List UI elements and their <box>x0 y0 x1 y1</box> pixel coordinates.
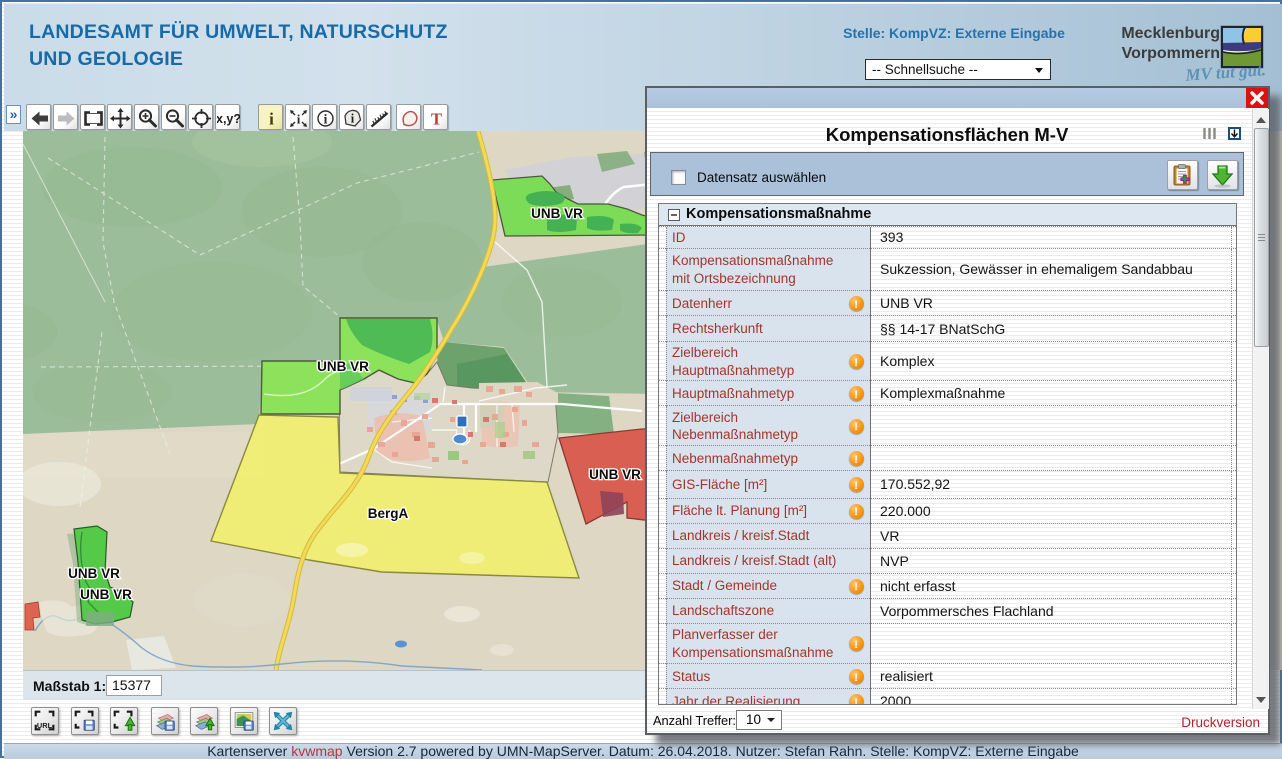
svg-text:UNB VR: UNB VR <box>589 467 641 482</box>
svg-text:URL: URL <box>37 721 53 730</box>
svg-text:i: i <box>269 110 274 129</box>
svg-text:UNB VR: UNB VR <box>531 206 583 221</box>
svg-text:T: T <box>431 110 442 129</box>
svg-text:i: i <box>297 112 301 127</box>
svg-text:BergA: BergA <box>368 506 409 521</box>
svg-text:i: i <box>324 112 328 127</box>
svg-text:UNB VR: UNB VR <box>317 359 369 374</box>
svg-text:UNB VR: UNB VR <box>68 566 120 581</box>
svg-text:UNB VR: UNB VR <box>80 587 132 602</box>
svg-text:x,y?: x,y? <box>217 112 240 126</box>
svg-text:i: i <box>351 112 355 126</box>
